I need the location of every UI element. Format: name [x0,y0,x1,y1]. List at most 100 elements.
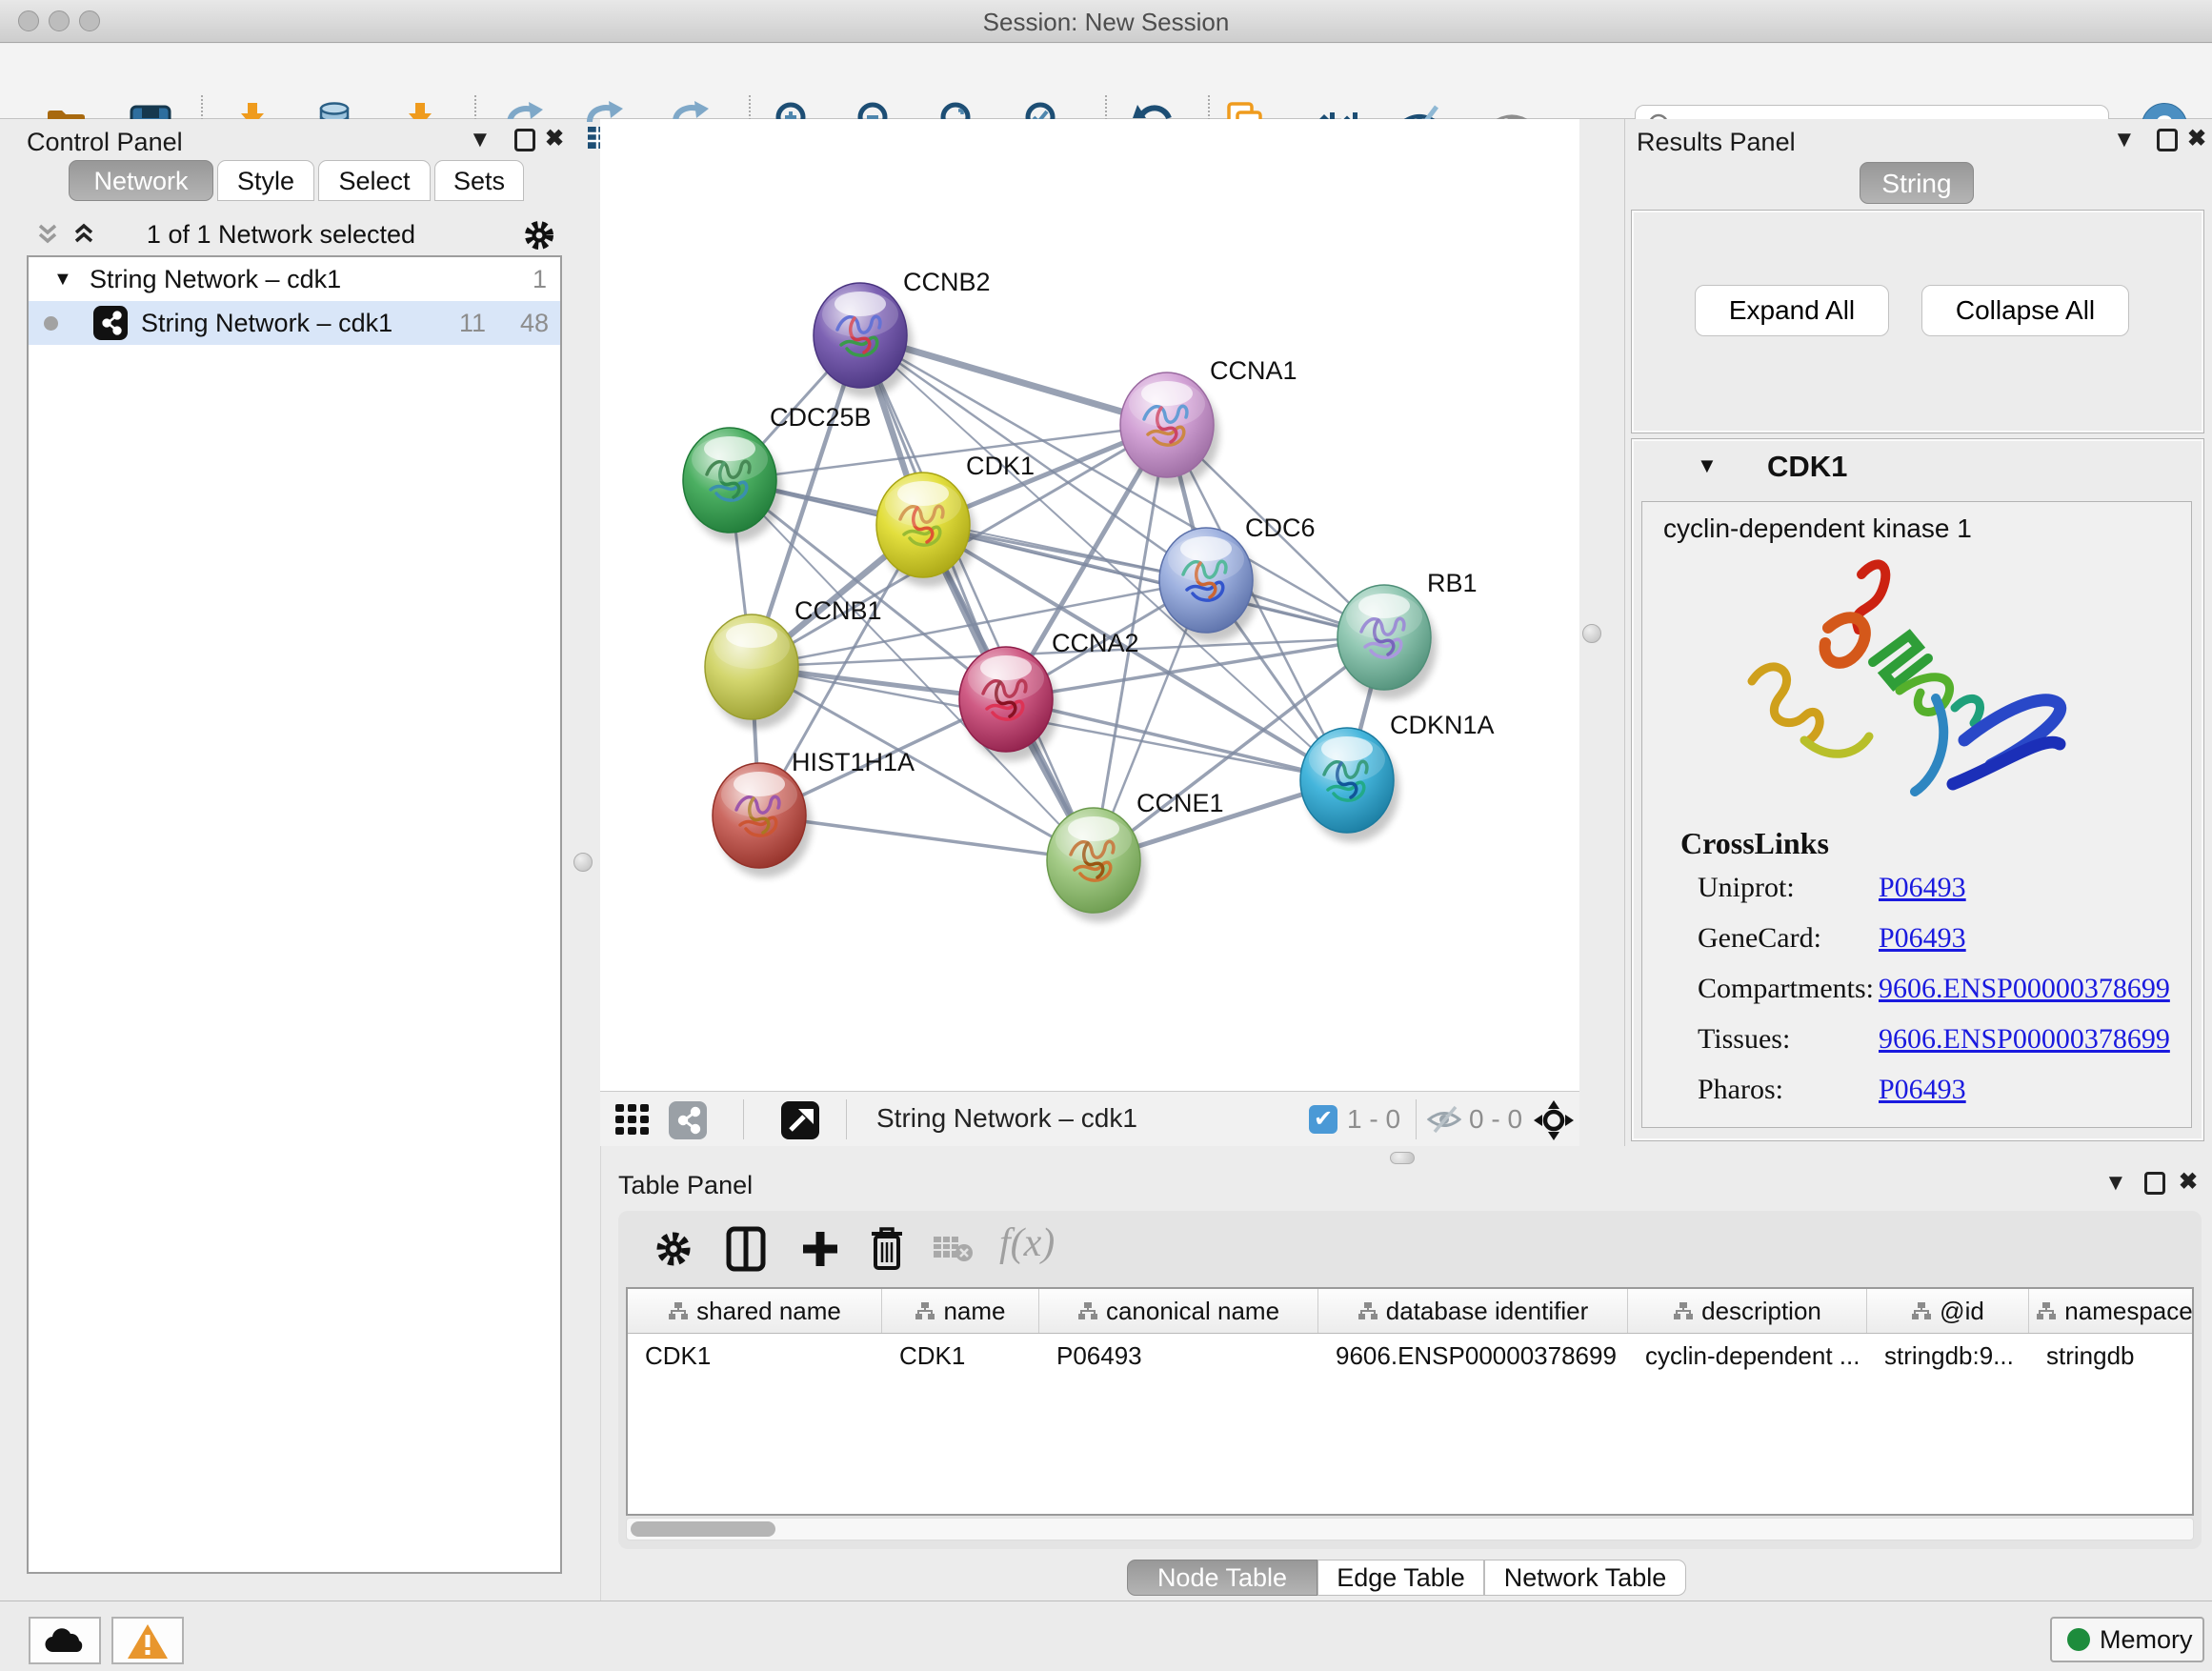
table-splitter-handle[interactable] [1390,1152,1415,1164]
column-header-@id[interactable]: @id [1867,1289,2029,1333]
node-label: HIST1H1A [792,748,915,776]
network-node-rb1[interactable] [1337,585,1437,699]
collection-collapse-icon[interactable]: ▼ [53,257,72,301]
memory-label: Memory [2100,1625,2193,1654]
column-label: namespace [2064,1297,2192,1326]
tab-select[interactable]: Select [318,160,431,201]
panel-menu-icon[interactable]: ▼ [469,127,492,153]
crosslink-link[interactable]: 9606.ENSP00000378699 [1879,973,2170,1005]
memory-button[interactable]: Memory [2050,1617,2204,1662]
column-label: @id [1940,1297,1984,1326]
tab-edge-table[interactable]: Edge Table [1317,1560,1484,1596]
hidden-count: 0 - 0 [1469,1104,1522,1135]
selected-count: 1 - 0 [1347,1104,1400,1135]
main-toolbar: ? [0,44,2212,119]
float-panel-icon[interactable] [514,129,535,151]
network-collection-row[interactable]: ▼ String Network – cdk1 1 [29,257,560,301]
horizontal-scrollbar[interactable] [626,1518,2194,1540]
crosslink-link[interactable]: 9606.ENSP00000378699 [1879,1023,2170,1056]
table-container: f(x) shared namenamecanonical namedataba… [618,1211,2202,1549]
crosslink-row: GeneCard:P06493 [1698,922,2174,973]
column-header-description[interactable]: description [1628,1289,1867,1333]
node-label: CCNE1 [1136,789,1224,817]
tab-sets[interactable]: Sets [434,160,524,201]
show-columns-icon[interactable] [725,1226,767,1272]
float-panel-icon[interactable] [2157,129,2178,151]
gear-icon[interactable] [522,218,556,252]
network-view-icon[interactable] [669,1101,707,1139]
crosslink-link[interactable]: P06493 [1879,1074,1966,1106]
column-header-namespace[interactable]: namespace [2029,1289,2194,1333]
table-cell: stringdb [2029,1334,2194,1378]
toolbar-separator [846,1099,847,1139]
node-label: CCNA1 [1210,356,1297,385]
network-node-count: 11 [459,301,486,345]
expand-all-button[interactable]: Expand All [1695,285,1889,336]
network-node-ccna2[interactable] [959,647,1058,761]
panel-menu-icon[interactable]: ▼ [2104,1170,2127,1197]
table-row[interactable]: CDK1CDK1P064939606.ENSP00000378699cyclin… [628,1334,2192,1378]
add-column-icon[interactable] [799,1228,841,1270]
table-cell: P06493 [1039,1334,1318,1378]
pan-crosshair-icon[interactable] [1534,1100,1574,1140]
collection-count: 1 [533,257,547,301]
network-edge-count: 48 [520,301,549,345]
column-label: canonical name [1106,1297,1279,1326]
gear-icon[interactable] [653,1228,694,1270]
delete-column-icon[interactable] [868,1225,906,1271]
window-title: Session: New Session [0,8,2212,37]
warnings-button[interactable] [111,1617,184,1664]
network-node-cdkn1a[interactable] [1300,728,1399,842]
network-canvas[interactable]: CCNB2CCNA1CDC25BCDK1CDC6RB1CCNB1CCNA2CDK… [600,119,1579,1091]
shared-column-icon [1357,1301,1378,1320]
column-header-shared-name[interactable]: shared name [628,1289,882,1333]
network-graph[interactable]: CCNB2CCNA1CDC25BCDK1CDC6RB1CCNB1CCNA2CDK… [600,119,1579,1091]
network-node-cdc25b[interactable] [683,428,782,542]
gene-detail-box: cyclin-dependent kinase 1 [1641,501,2192,1128]
tab-network-table[interactable]: Network Table [1484,1560,1686,1596]
tab-string[interactable]: String [1860,162,1974,204]
network-node-ccnb1[interactable] [705,614,804,729]
node-label: CDKN1A [1390,711,1495,739]
network-view-toolbar: String Network – cdk1 ✔ 1 - 0 0 - 0 [600,1091,1579,1146]
cloud-status-button[interactable] [29,1617,101,1664]
network-node-ccnb2[interactable] [814,283,913,397]
network-row-selected[interactable]: String Network – cdk1 11 48 [29,301,560,345]
node-label: CDC6 [1245,513,1316,542]
close-panel-icon[interactable]: ✖ [2187,125,2206,152]
crosslink-row: Compartments:9606.ENSP00000378699 [1698,973,2174,1023]
tab-style[interactable]: Style [217,160,314,201]
collapse-gene-icon[interactable]: ▼ [1697,453,1718,478]
tab-node-table[interactable]: Node Table [1127,1560,1317,1596]
network-edge[interactable] [860,335,1094,860]
column-header-database-identifier[interactable]: database identifier [1318,1289,1628,1333]
network-node-cdk1[interactable] [876,473,975,587]
panel-menu-icon[interactable]: ▼ [2113,127,2136,153]
shared-column-icon [915,1301,935,1320]
grid-view-icon[interactable] [615,1104,650,1137]
left-splitter-handle[interactable] [573,853,593,872]
close-panel-icon[interactable]: ✖ [2179,1168,2198,1196]
network-node-hist1h1a[interactable] [713,763,812,877]
scrollbar-thumb[interactable] [631,1521,775,1537]
table-header-row: shared name name canonical name database id… [628,1289,2192,1334]
crosslink-label: Compartments: [1698,973,1874,1005]
collapse-all-button[interactable]: Collapse All [1921,285,2129,336]
crosslink-link[interactable]: P06493 [1879,872,1966,904]
gene-header-row[interactable]: ▼ CDK1 [1632,444,2203,495]
float-panel-icon[interactable] [2144,1172,2165,1195]
tab-network[interactable]: Network [69,160,213,201]
column-header-name[interactable]: name [882,1289,1039,1333]
close-panel-icon[interactable]: ✖ [545,125,564,152]
crosslink-link[interactable]: P06493 [1879,922,1966,955]
results-panel-title: Results Panel [1637,128,1796,157]
network-node-ccne1[interactable] [1047,808,1146,922]
birds-eye-view-icon[interactable] [781,1101,819,1139]
network-node-cdc6[interactable] [1159,528,1258,642]
selected-checkbox[interactable]: ✔ [1309,1105,1337,1134]
right-splitter-handle[interactable] [1582,624,1601,643]
network-node-ccna1[interactable] [1120,372,1219,487]
column-header-canonical-name[interactable]: canonical name [1039,1289,1318,1333]
protein-structure-image [1709,548,2109,824]
column-label: shared name [696,1297,841,1326]
